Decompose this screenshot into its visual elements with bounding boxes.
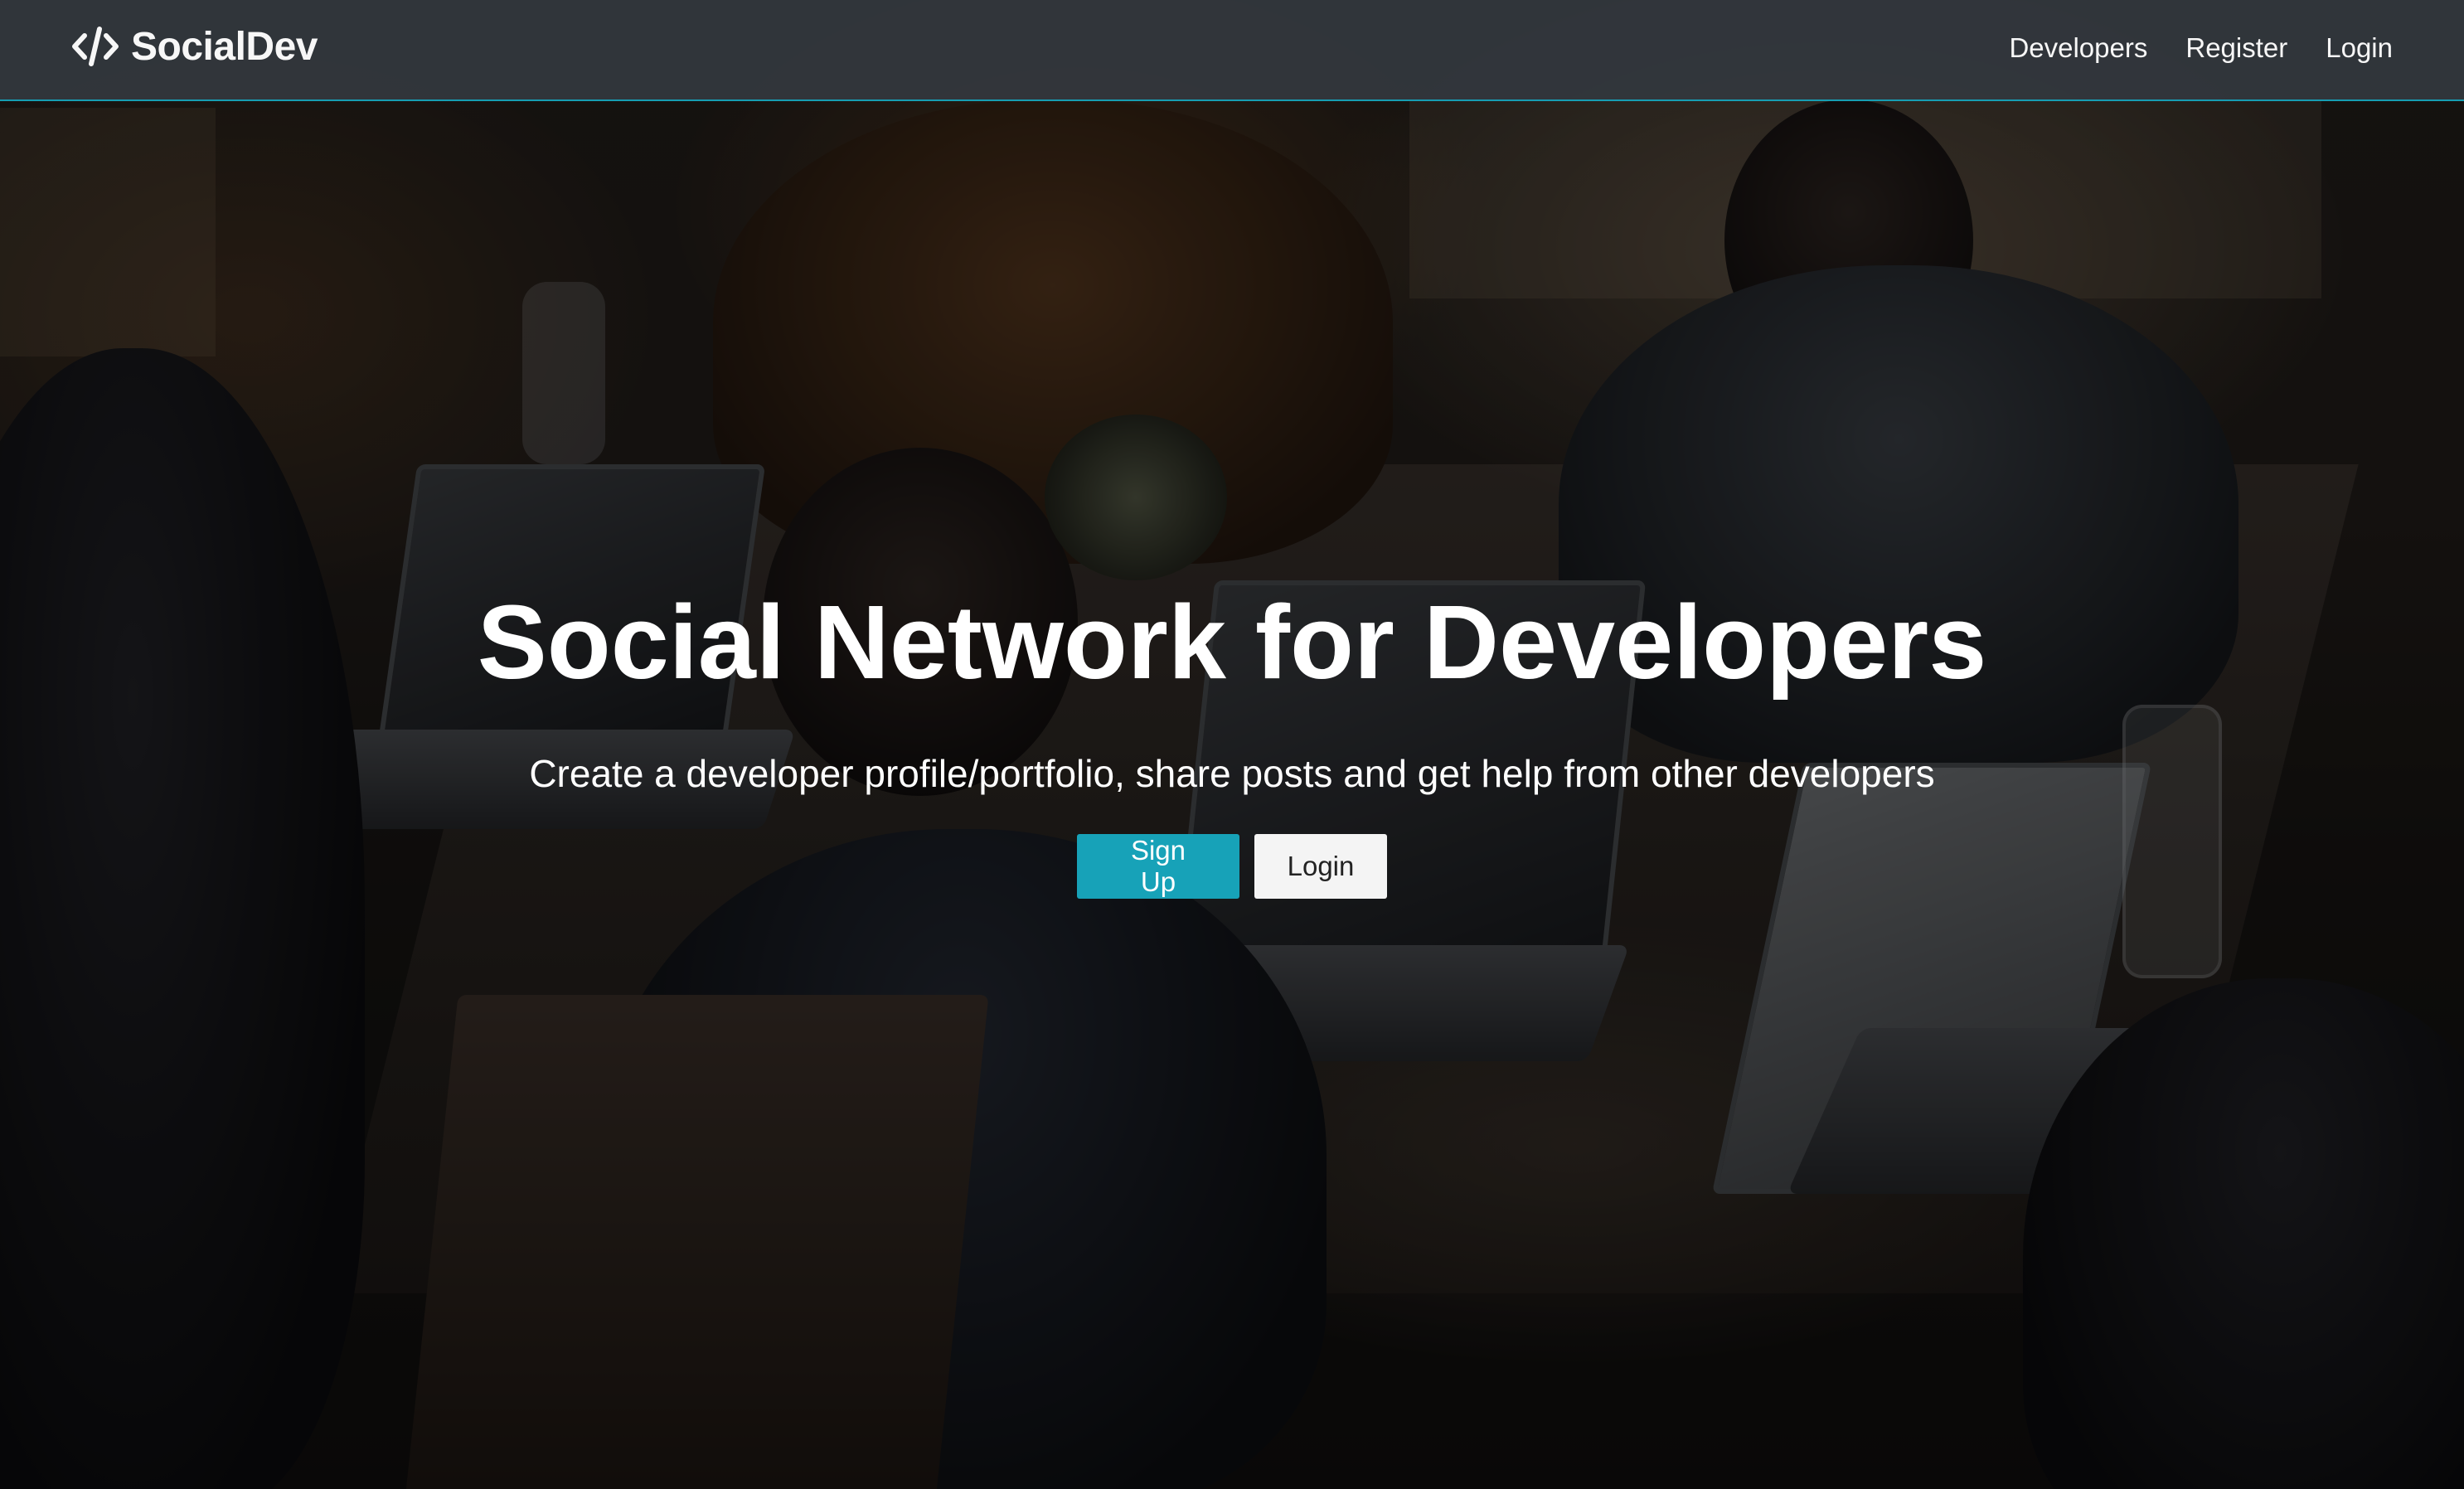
nav-link-register[interactable]: Register — [2185, 32, 2287, 64]
code-icon — [71, 26, 119, 67]
nav-link-developers[interactable]: Developers — [2009, 32, 2147, 64]
nav-link-login[interactable]: Login — [2326, 32, 2393, 64]
nav-links: Developers Register Login — [2009, 25, 2393, 71]
hero-buttons: Sign Up Login — [0, 834, 2464, 899]
hero-lead: Create a developer profile/portfolio, sh… — [529, 752, 1935, 795]
sign-up-button[interactable]: Sign Up — [1077, 834, 1239, 899]
brand-text: SocialDev — [131, 24, 318, 69]
navbar: SocialDev Developers Register Login — [0, 0, 2464, 101]
hero-section: Social Network for Developers Create a d… — [0, 0, 2464, 1489]
login-button[interactable]: Login — [1254, 834, 1387, 899]
hero-title: Social Network for Developers — [477, 584, 1987, 701]
brand-link[interactable]: SocialDev — [71, 22, 318, 71]
